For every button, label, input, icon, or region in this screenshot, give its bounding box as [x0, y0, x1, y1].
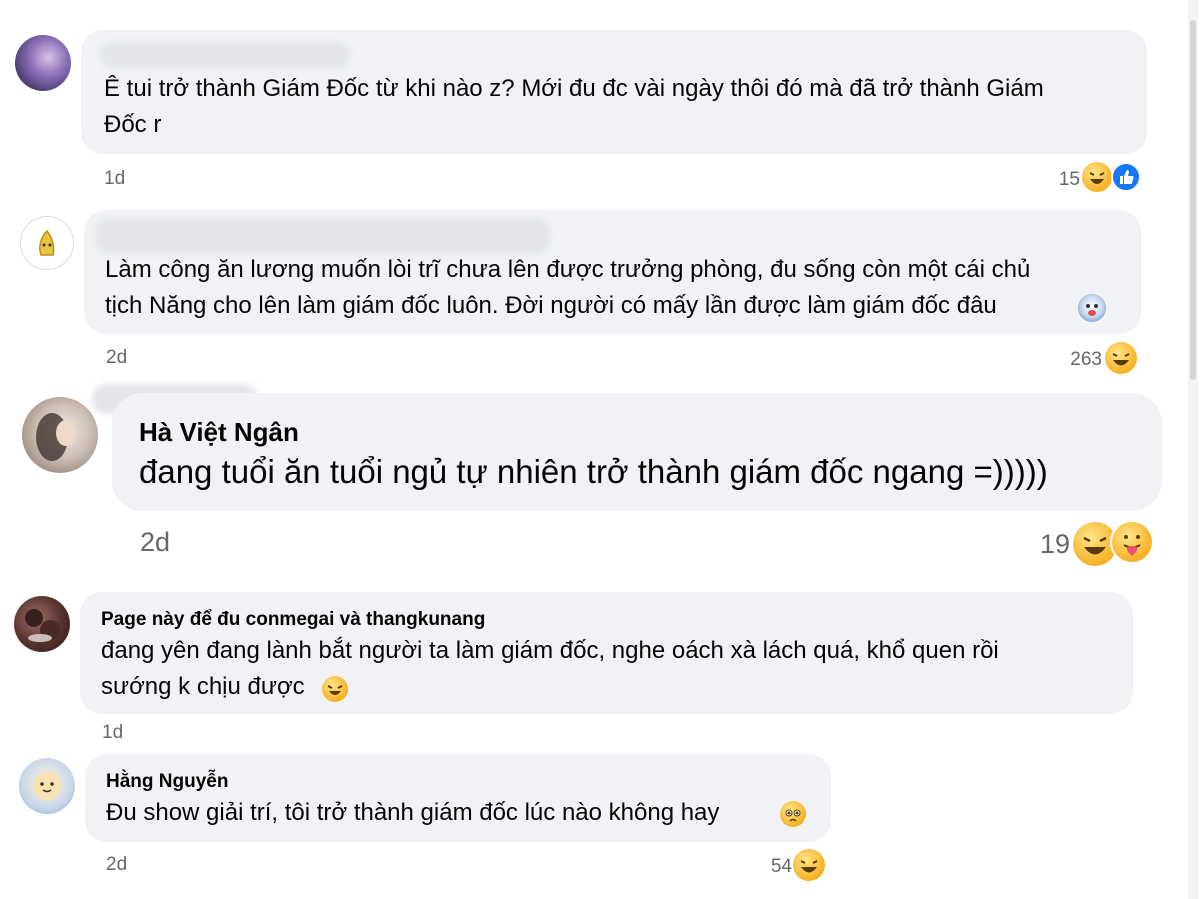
comment-bubble: [85, 754, 831, 842]
reaction-count[interactable]: 19: [1020, 529, 1070, 560]
author-name-redacted: [100, 42, 350, 68]
scrollbar[interactable]: [1188, 0, 1198, 899]
reaction-count[interactable]: 15: [1040, 169, 1080, 191]
commenter-avatar[interactable]: [15, 35, 71, 91]
comment-timestamp[interactable]: 1d: [102, 722, 123, 744]
reaction-count[interactable]: 54: [750, 856, 792, 878]
comment-text-line: Đốc r: [104, 111, 162, 138]
commenter-avatar[interactable]: [19, 758, 75, 814]
sticker-emoji-icon: [1078, 294, 1106, 322]
comment-text-line: sướng k chịu được: [101, 673, 305, 700]
like-icon: [1111, 162, 1141, 192]
haha-icon: [793, 849, 825, 881]
scrollbar-thumb[interactable]: [1190, 20, 1196, 380]
comment-timestamp[interactable]: 2d: [140, 527, 170, 558]
commenter-avatar[interactable]: [20, 216, 74, 270]
comment-timestamp[interactable]: 2d: [106, 347, 127, 369]
comment-text-line: đang tuổi ăn tuổi ngủ tự nhiên trở thành…: [139, 453, 1048, 490]
haha-icon: [1105, 342, 1137, 374]
comment-text-line: Ê tui trở thành Giám Đốc từ khi nào z? M…: [104, 75, 1044, 102]
comment-text-line: Đu show giải trí, tôi trở thành giám đốc…: [106, 799, 720, 826]
comment-author-name[interactable]: Page này để đu conmegai và thangkunang: [101, 609, 485, 631]
comment-text-line: Làm công ăn lương muốn lòi trĩ chưa lên …: [105, 256, 1031, 283]
haha-icon: [1082, 162, 1112, 192]
comment-bubble: [112, 393, 1162, 511]
comments-page: Ê tui trở thành Giám Đốc từ khi nào z? M…: [0, 0, 1200, 899]
commenter-avatar[interactable]: [22, 397, 98, 473]
care-icon: [1110, 520, 1154, 564]
comment-author-name[interactable]: Hà Việt Ngân: [139, 417, 299, 448]
comment-text-line: tịch Năng cho lên làm giám đốc luôn. Đời…: [105, 292, 997, 319]
reaction-count[interactable]: 263: [1050, 349, 1102, 371]
comment-timestamp[interactable]: 1d: [104, 168, 125, 190]
comment-timestamp[interactable]: 2d: [106, 854, 127, 876]
comment-author-name[interactable]: Hằng Nguyễn: [106, 771, 228, 793]
crying-emoji-icon: [780, 801, 806, 827]
comment-text-line: đang yên đang lành bắt người ta làm giám…: [101, 637, 999, 664]
author-name-redacted: [95, 218, 550, 254]
laughing-emoji-icon: [322, 676, 348, 702]
commenter-avatar[interactable]: [14, 596, 70, 652]
